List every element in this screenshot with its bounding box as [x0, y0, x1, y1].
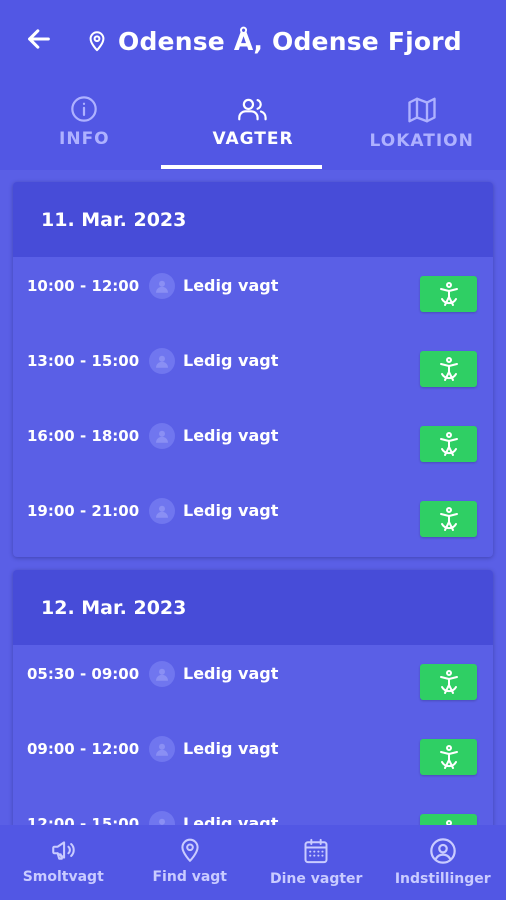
nav-dine-vagter-label: Dine vagter	[270, 871, 363, 887]
info-circle-icon	[71, 96, 98, 122]
tab-bar: INFO VAGTER LOKATION	[0, 90, 506, 170]
accessibility-icon	[439, 670, 458, 694]
nav-find-vagt-label: Find vagt	[152, 869, 227, 885]
take-shift-button[interactable]	[420, 664, 477, 700]
day-date: 11. Mar. 2023	[13, 182, 493, 257]
avatar	[149, 423, 175, 449]
shift-time: 12:00 - 15:00	[27, 815, 140, 825]
person-placeholder-icon	[156, 280, 168, 293]
accessibility-icon	[439, 357, 458, 381]
take-shift-button[interactable]	[420, 426, 477, 462]
shift-time: 16:00 - 18:00	[27, 427, 140, 445]
shift-row: 19:00 - 21:00 Ledig vagt	[13, 482, 493, 557]
back-button[interactable]	[22, 22, 56, 56]
tab-vagter-label: VAGTER	[212, 129, 294, 149]
nav-find-vagt[interactable]: Find vagt	[127, 825, 254, 900]
page-title: Odense Å, Odense Fjord	[118, 26, 462, 56]
tab-lokation-label: LOKATION	[369, 131, 474, 151]
top-bar: Odense Å, Odense Fjord INFO VAGTER LOKAT…	[0, 0, 506, 170]
tab-lokation[interactable]: LOKATION	[337, 90, 506, 170]
take-shift-button[interactable]	[420, 351, 477, 387]
app-bar: Odense Å, Odense Fjord	[0, 0, 506, 82]
shift-row: 09:00 - 12:00 Ledig vagt	[13, 720, 493, 795]
nav-dine-vagter[interactable]: Dine vagter	[253, 825, 380, 900]
person-placeholder-icon	[156, 355, 168, 368]
accessibility-icon	[439, 432, 458, 456]
avatar	[149, 498, 175, 524]
shift-status: Ledig vagt	[183, 501, 279, 520]
accessibility-icon	[439, 282, 458, 306]
shift-status: Ledig vagt	[183, 351, 279, 370]
arrow-left-icon	[28, 29, 50, 49]
shift-row: 12:00 - 15:00 Ledig vagt	[13, 795, 493, 825]
bottom-navigation: Smoltvagt Find vagt Dine vagter Indstill…	[0, 825, 506, 900]
tab-info[interactable]: INFO	[0, 90, 169, 170]
shift-status: Ledig vagt	[183, 814, 279, 825]
take-shift-button[interactable]	[420, 276, 477, 312]
shift-time: 19:00 - 21:00	[27, 502, 140, 520]
shift-list[interactable]: 11. Mar. 2023 10:00 - 12:00 Ledig vagt 1…	[0, 170, 506, 825]
accessibility-icon	[439, 507, 458, 531]
avatar	[149, 273, 175, 299]
avatar	[149, 348, 175, 374]
active-tab-indicator	[161, 165, 322, 169]
map-pin-icon	[89, 31, 105, 52]
user-circle-icon	[429, 838, 456, 864]
shift-row: 16:00 - 18:00 Ledig vagt	[13, 407, 493, 482]
day-card: 12. Mar. 2023 05:30 - 09:00 Ledig vagt 0…	[13, 570, 493, 825]
shift-status: Ledig vagt	[183, 276, 279, 295]
avatar	[149, 661, 175, 687]
shift-time: 10:00 - 12:00	[27, 277, 140, 295]
person-placeholder-icon	[156, 505, 168, 518]
day-card: 11. Mar. 2023 10:00 - 12:00 Ledig vagt 1…	[13, 182, 493, 557]
take-shift-button[interactable]	[420, 814, 477, 825]
shift-status: Ledig vagt	[183, 426, 279, 445]
take-shift-button[interactable]	[420, 739, 477, 775]
shift-time: 09:00 - 12:00	[27, 740, 140, 758]
nav-smoltvagt[interactable]: Smoltvagt	[0, 825, 127, 900]
nav-indstillinger[interactable]: Indstillinger	[380, 825, 506, 900]
person-placeholder-icon	[159, 818, 165, 825]
nav-indstillinger-label: Indstillinger	[394, 871, 491, 887]
avatar	[149, 736, 175, 762]
page-title-group: Odense Å, Odense Fjord	[86, 22, 462, 60]
person-placeholder-icon	[156, 743, 168, 756]
person-placeholder-icon	[156, 430, 168, 443]
person-placeholder-icon	[156, 668, 168, 681]
shift-time: 05:30 - 09:00	[27, 665, 140, 683]
accessibility-icon	[439, 745, 458, 769]
shift-row: 13:00 - 15:00 Ledig vagt	[13, 332, 493, 407]
users-icon	[238, 98, 267, 121]
calendar-icon	[304, 838, 328, 864]
avatar	[149, 811, 175, 825]
nav-smoltvagt-label: Smoltvagt	[22, 869, 104, 885]
tab-info-label: INFO	[59, 129, 110, 149]
tab-vagter[interactable]: VAGTER	[169, 90, 338, 170]
shift-status: Ledig vagt	[183, 664, 279, 683]
map-icon	[407, 97, 436, 123]
take-shift-button[interactable]	[420, 501, 477, 537]
shift-time: 13:00 - 15:00	[27, 352, 140, 370]
shift-status: Ledig vagt	[183, 739, 279, 758]
megaphone-icon	[52, 841, 75, 860]
map-pin-icon	[181, 838, 199, 862]
shift-row: 05:30 - 09:00 Ledig vagt	[13, 645, 493, 720]
day-date: 12. Mar. 2023	[13, 570, 493, 645]
shift-row: 10:00 - 12:00 Ledig vagt	[13, 257, 493, 332]
